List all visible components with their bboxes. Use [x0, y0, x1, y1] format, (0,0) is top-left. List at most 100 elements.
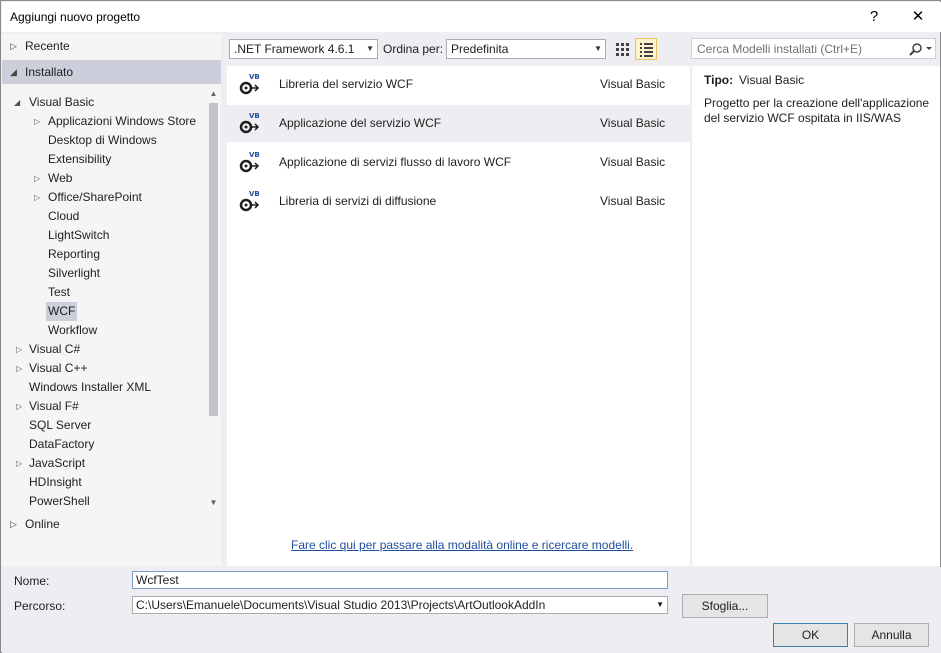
scroll-down-icon[interactable]: ▼ — [206, 495, 221, 511]
expand-arrow-icon: ▷ — [10, 41, 17, 51]
path-combo[interactable]: C:\Users\Emanuele\Documents\Visual Studi… — [132, 596, 668, 614]
tree-item-windows-desktop[interactable]: Desktop di Windows — [46, 131, 159, 150]
type-value: Visual Basic — [739, 73, 805, 87]
section-installed-label: Installato — [25, 65, 74, 79]
expand-arrow-icon[interactable]: ▷ — [34, 112, 40, 131]
section-recent[interactable]: ▷ Recente — [2, 34, 221, 58]
tree-item-windows-installer-xml[interactable]: Windows Installer XML — [27, 378, 153, 397]
tree-item-windows-store[interactable]: Applicazioni Windows Store — [46, 112, 198, 131]
framework-select[interactable]: .NET Framework 4.6.1 ▼ — [229, 39, 378, 59]
tree-item-javascript[interactable]: JavaScript — [27, 454, 87, 473]
tree-item-powershell[interactable]: PowerShell — [27, 492, 92, 511]
project-form: Nome: WcfTest Percorso: C:\Users\Emanuel… — [2, 567, 941, 653]
template-language: Visual Basic — [600, 194, 666, 208]
expand-arrow-icon[interactable]: ▷ — [16, 359, 22, 378]
tree-item-visual-fsharp[interactable]: Visual F# — [27, 397, 81, 416]
tree-item-extensibility[interactable]: Extensibility — [46, 150, 113, 169]
expand-arrow-icon: ▷ — [10, 519, 17, 529]
template-row[interactable]: VB Applicazione del servizio WCF Visual … — [227, 105, 690, 142]
scroll-up-icon[interactable]: ▲ — [206, 86, 221, 102]
wcf-service-icon: VB — [239, 112, 260, 134]
tree-item-reporting[interactable]: Reporting — [46, 245, 102, 264]
tree-item-datafactory[interactable]: DataFactory — [27, 435, 96, 454]
template-language: Visual Basic — [600, 116, 666, 130]
collapse-arrow-icon: ◢ — [10, 67, 17, 77]
template-name: Applicazione di servizi flusso di lavoro… — [279, 155, 512, 169]
close-button[interactable]: ✕ — [896, 2, 940, 32]
template-language: Visual Basic — [600, 77, 666, 91]
search-box[interactable]: Cerca Modelli installati (Ctrl+E) — [691, 38, 936, 59]
cancel-button[interactable]: Annulla — [854, 623, 929, 647]
expand-arrow-icon[interactable]: ▷ — [34, 188, 40, 207]
list-view-icon — [640, 43, 653, 57]
grid-view-icon — [616, 43, 629, 56]
wcf-service-icon: VB — [239, 190, 260, 212]
tree-item-silverlight[interactable]: Silverlight — [46, 264, 102, 283]
chevron-down-icon[interactable]: ▼ — [656, 597, 664, 613]
template-language: Visual Basic — [600, 155, 666, 169]
tree-item-office-sharepoint[interactable]: Office/SharePoint — [46, 188, 144, 207]
framework-select-value: .NET Framework 4.6.1 — [234, 42, 355, 56]
search-icon[interactable] — [908, 42, 934, 56]
chevron-down-icon: ▼ — [594, 44, 602, 53]
tree-item-hdinsight[interactable]: HDInsight — [27, 473, 84, 492]
tree-item-sql-server[interactable]: SQL Server — [27, 416, 93, 435]
tree-item-cloud[interactable]: Cloud — [46, 207, 81, 226]
path-value: C:\Users\Emanuele\Documents\Visual Studi… — [136, 598, 546, 612]
name-label: Nome: — [14, 574, 50, 588]
tree-item-visual-cpp[interactable]: Visual C++ — [27, 359, 89, 378]
section-online-label: Online — [25, 517, 60, 531]
title-bar: Aggiungi nuovo progetto ? ✕ — [2, 2, 941, 32]
expand-arrow-icon[interactable]: ▷ — [16, 397, 22, 416]
tree-item-test[interactable]: Test — [46, 283, 72, 302]
chevron-down-icon: ▼ — [366, 44, 374, 53]
expand-arrow-icon[interactable]: ▷ — [16, 454, 22, 473]
browse-button[interactable]: Sfoglia... — [682, 594, 768, 618]
name-input[interactable]: WcfTest — [132, 571, 668, 589]
template-navigation: ▷ Recente ◢ Installato ◢ Visual Basic ▷ … — [2, 34, 221, 566]
template-row[interactable]: VB Libreria del servizio WCF Visual Basi… — [227, 66, 690, 103]
tree-item-workflow[interactable]: Workflow — [46, 321, 99, 340]
type-label: Tipo: — [704, 73, 734, 87]
template-description: Progetto per la creazione dell'applicazi… — [704, 96, 930, 125]
template-name: Applicazione del servizio WCF — [279, 116, 442, 130]
section-recent-label: Recente — [25, 39, 70, 53]
collapse-arrow-icon[interactable]: ◢ — [14, 93, 20, 112]
tree-item-web[interactable]: Web — [46, 169, 74, 188]
tree-scrollbar[interactable]: ▲ ▼ — [206, 86, 221, 511]
help-button[interactable]: ? — [852, 2, 896, 32]
installed-tree: ◢ Visual Basic ▷ Applicazioni Windows St… — [2, 89, 221, 543]
sort-select-value: Predefinita — [451, 42, 509, 56]
wcf-service-icon: VB — [239, 151, 260, 173]
svg-text:VB: VB — [249, 73, 260, 81]
ok-button[interactable]: OK — [773, 623, 848, 647]
sort-label: Ordina per: — [383, 42, 444, 56]
section-online[interactable]: ▷ Online — [2, 512, 221, 536]
path-label: Percorso: — [14, 599, 66, 613]
sort-select[interactable]: Predefinita ▼ — [446, 39, 606, 59]
template-name: Libreria del servizio WCF — [279, 77, 414, 91]
template-list: VB Libreria del servizio WCF Visual Basi… — [227, 66, 690, 566]
dialog-window: Aggiungi nuovo progetto ? ✕ ▷ Recente ◢ … — [0, 0, 941, 653]
online-templates-link[interactable]: Fare clic qui per passare alla modalità … — [291, 538, 633, 552]
expand-arrow-icon[interactable]: ▷ — [16, 340, 22, 359]
medium-icons-view-button[interactable] — [635, 38, 657, 60]
template-row[interactable]: VB Libreria di servizi di diffusione Vis… — [227, 183, 690, 220]
search-input[interactable]: Cerca Modelli installati (Ctrl+E) — [697, 42, 862, 56]
tree-item-visual-csharp[interactable]: Visual C# — [27, 340, 82, 359]
dialog-title: Aggiungi nuovo progetto — [10, 10, 141, 24]
svg-text:VB: VB — [249, 151, 260, 159]
svg-text:VB: VB — [249, 112, 260, 120]
expand-arrow-icon[interactable]: ▷ — [34, 169, 40, 188]
template-details: Tipo: Visual Basic Progetto per la creaz… — [692, 66, 940, 566]
scroll-thumb[interactable] — [209, 103, 218, 416]
wcf-service-icon: VB — [239, 73, 260, 95]
template-row[interactable]: VB Applicazione di servizi flusso di lav… — [227, 144, 690, 181]
section-installed[interactable]: ◢ Installato — [2, 60, 221, 84]
tree-item-lightswitch[interactable]: LightSwitch — [46, 226, 111, 245]
tree-item-wcf[interactable]: WCF — [46, 302, 78, 321]
tree-item-visual-basic[interactable]: Visual Basic — [27, 93, 96, 112]
small-icons-view-button[interactable] — [611, 38, 633, 60]
svg-text:VB: VB — [249, 190, 260, 198]
template-name: Libreria di servizi di diffusione — [279, 194, 437, 208]
